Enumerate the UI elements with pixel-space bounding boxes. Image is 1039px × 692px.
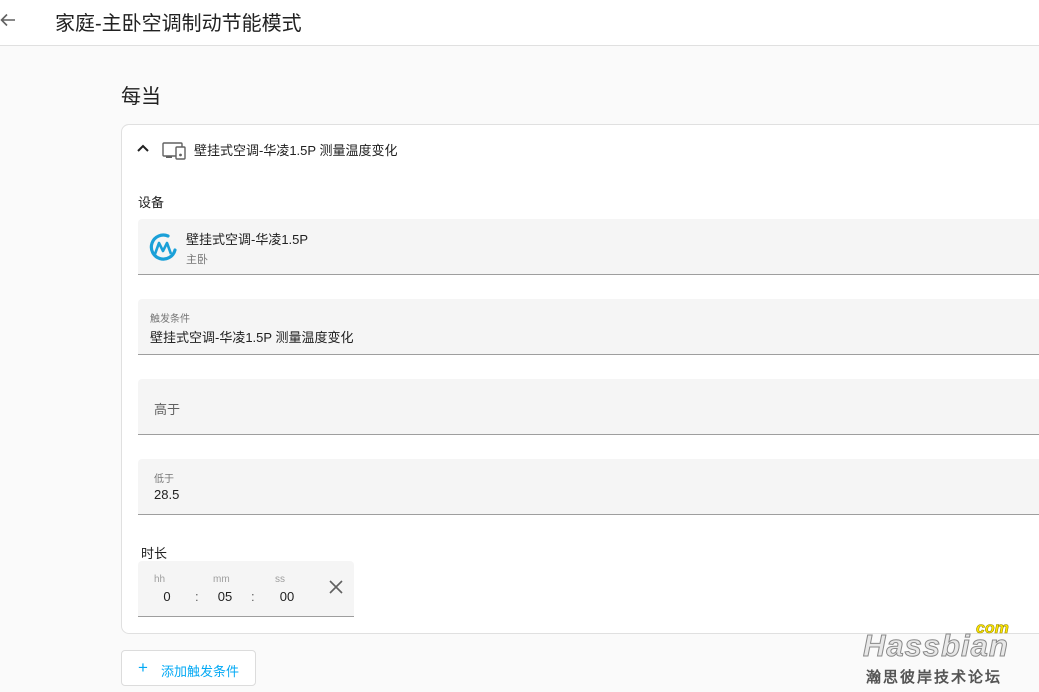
watermark-com: com <box>976 620 1010 638</box>
duration-input: hh mm ss 0 : 05 : 00 <box>138 561 354 617</box>
back-button[interactable] <box>0 8 22 32</box>
clear-icon[interactable] <box>326 577 346 597</box>
duration-separator: : <box>251 589 255 604</box>
trigger-condition-label: 触发条件 <box>150 314 190 325</box>
trigger-condition-value: 壁挂式空调-华凌1.5P 测量温度变化 <box>150 330 354 345</box>
add-trigger-label: 添加触发条件 <box>161 664 240 679</box>
hassbian-watermark: Hassbian com 瀚思彼岸技术论坛 <box>858 620 1033 690</box>
section-title: 每当 <box>121 86 161 108</box>
minutes-unit-label: mm <box>213 574 230 585</box>
duration-separator: : <box>195 589 199 604</box>
hours-input[interactable]: 0 <box>152 589 182 604</box>
hours-unit-label: hh <box>154 574 166 585</box>
device-label: 设备 <box>138 195 165 210</box>
page-title: 家庭-主卧空调制动节能模式 <box>55 13 302 35</box>
plus-icon: + <box>138 658 148 677</box>
device-area: 主卧 <box>186 254 208 266</box>
device-picker[interactable]: 壁挂式空调-华凌1.5P 主卧 <box>138 219 1039 275</box>
add-trigger-button[interactable]: + 添加触发条件 <box>121 650 256 686</box>
trigger-card-header[interactable]: 壁挂式空调-华凌1.5P 测量温度变化 <box>122 125 1039 173</box>
arrow-left-icon <box>0 13 15 27</box>
chevron-up-icon <box>137 144 149 152</box>
duration-label: 时长 <box>141 546 168 561</box>
top-app-bar: 家庭-主卧空调制动节能模式 <box>0 0 1039 46</box>
above-input[interactable]: 高于 <box>138 379 1039 435</box>
trigger-summary: 壁挂式空调-华凌1.5P 测量温度变化 <box>194 143 398 158</box>
seconds-input[interactable]: 00 <box>272 589 302 604</box>
trigger-condition-select[interactable]: 触发条件 壁挂式空调-华凌1.5P 测量温度变化 <box>138 299 1039 355</box>
below-value: 28.5 <box>154 487 180 502</box>
below-input[interactable]: 低于 28.5 <box>138 459 1039 515</box>
below-label: 低于 <box>154 474 174 485</box>
watermark-sub: 瀚思彼岸技术论坛 <box>866 669 1003 686</box>
devices-icon <box>162 142 186 160</box>
midea-logo-icon <box>149 233 177 261</box>
seconds-unit-label: ss <box>275 574 285 585</box>
trigger-card: 壁挂式空调-华凌1.5P 测量温度变化 设备 壁挂式空调-华凌1.5P 主卧 触… <box>121 124 1039 634</box>
above-label: 高于 <box>154 402 181 417</box>
device-name: 壁挂式空调-华凌1.5P <box>186 232 309 247</box>
minutes-input[interactable]: 05 <box>210 589 240 604</box>
